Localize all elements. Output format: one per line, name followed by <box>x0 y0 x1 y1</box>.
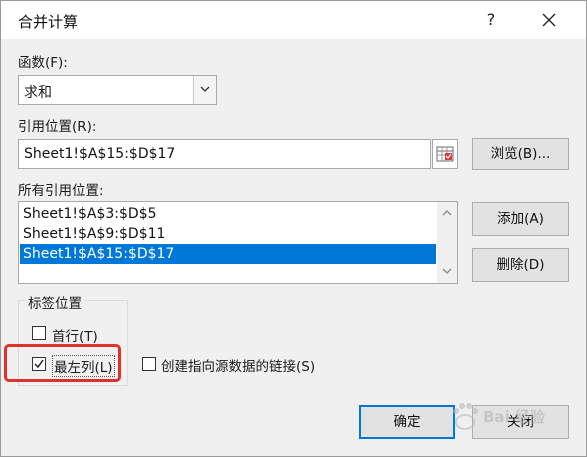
range-select-button[interactable] <box>432 139 458 169</box>
link-source-label[interactable]: 创建指向源数据的链接(S) <box>161 355 315 375</box>
close-icon <box>542 13 556 27</box>
function-dropdown-button[interactable] <box>193 76 216 104</box>
reference-list-item[interactable]: Sheet1!$A$3:$D$5 <box>20 204 436 224</box>
dialog-title: 合并计算 <box>18 13 79 31</box>
reference-list-item-selected[interactable]: Sheet1!$A$15:$D$17 <box>20 244 436 264</box>
list-scrollbar[interactable] <box>437 202 457 283</box>
references-list[interactable]: Sheet1!$A$3:$D$5 Sheet1!$A$9:$D$11 Sheet… <box>18 201 458 284</box>
link-source-checkbox[interactable] <box>142 357 156 371</box>
reference-input[interactable] <box>18 139 431 169</box>
add-button-label: 添加(A) <box>497 211 544 227</box>
top-row-label[interactable]: 首行(T) <box>52 325 98 345</box>
ok-button[interactable]: 确定 <box>359 405 455 439</box>
top-row-checkbox[interactable] <box>32 326 46 340</box>
browse-button[interactable]: 浏览(B)... <box>472 138 569 170</box>
delete-button[interactable]: 删除(D) <box>472 248 569 282</box>
scroll-down-icon[interactable] <box>442 268 452 275</box>
watermark-text: Bai 经验 <box>483 408 545 426</box>
browse-button-label: 浏览(B)... <box>490 146 551 162</box>
help-button[interactable]: ? <box>473 6 509 34</box>
help-icon: ? <box>486 10 496 29</box>
chevron-down-icon <box>200 86 210 92</box>
ok-button-label: 确定 <box>393 414 421 430</box>
range-select-icon <box>436 146 454 162</box>
function-select[interactable]: 求和 <box>18 75 217 105</box>
label-position-title: 标签位置 <box>25 292 85 312</box>
annotation-highlight-box <box>4 344 121 382</box>
add-button[interactable]: 添加(A) <box>472 202 569 236</box>
delete-button-label: 删除(D) <box>496 257 545 273</box>
close-window-button[interactable] <box>529 6 569 34</box>
reference-label: 引用位置(R): <box>18 119 97 135</box>
function-selected-value: 求和 <box>24 85 52 101</box>
all-references-label: 所有引用位置: <box>18 183 104 199</box>
consolidate-dialog: 合并计算 ? 函数(F): 求和 引用位置(R): Sheet1!$A$15:$… <box>0 0 587 457</box>
title-bar: 合并计算 ? <box>1 1 586 39</box>
baidu-watermark: Bai 经验 <box>447 396 557 438</box>
reference-list-item[interactable]: Sheet1!$A$9:$D$11 <box>20 224 436 244</box>
function-label: 函数(F): <box>18 55 68 71</box>
scroll-up-icon[interactable] <box>442 209 452 216</box>
